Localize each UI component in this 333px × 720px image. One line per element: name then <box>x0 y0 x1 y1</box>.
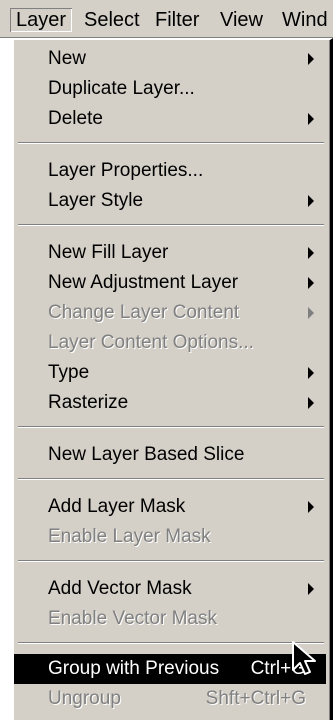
menu-item-layer-style[interactable]: Layer Style <box>14 186 326 216</box>
menu-separator <box>18 642 324 644</box>
menubar-window[interactable]: Wind <box>276 8 333 32</box>
submenu-arrow-icon <box>308 501 314 513</box>
menubar-filter[interactable]: Filter <box>149 8 205 32</box>
menu-item-enable-vector-mask: Enable Vector Mask <box>48 608 217 629</box>
menu-item-new-layer-based-slice[interactable]: New Layer Based Slice <box>14 440 326 470</box>
submenu-arrow-icon <box>308 367 314 379</box>
menu-separator <box>18 426 324 428</box>
submenu-arrow-icon <box>308 397 314 409</box>
menu-separator <box>18 478 324 480</box>
submenu-arrow-icon <box>308 113 314 125</box>
menu-item-enable-layer-mask: Enable Layer Mask <box>48 526 211 547</box>
menu-item-add-layer-mask[interactable]: Add Layer Mask <box>14 492 326 522</box>
menu-item-rasterize[interactable]: Rasterize <box>14 388 326 418</box>
menu-item-delete[interactable]: Delete <box>14 104 326 134</box>
menu-separator <box>18 142 324 144</box>
menu-item-new[interactable]: New <box>14 44 326 74</box>
shortcut-label: Shft+Ctrl+G <box>205 688 306 709</box>
submenu-arrow-icon <box>308 195 314 207</box>
menu-item-change-layer-content: Change Layer Content <box>14 298 326 328</box>
mouse-pointer-icon <box>292 641 316 675</box>
submenu-arrow-icon <box>308 247 314 259</box>
layer-menu: New Duplicate Layer... Delete Layer Prop… <box>12 38 333 720</box>
menu-item-new-fill-layer[interactable]: New Fill Layer <box>14 238 326 268</box>
menubar-layer[interactable]: Layer <box>10 8 72 32</box>
menu-item-type[interactable]: Type <box>14 358 326 388</box>
menu-item-add-vector-mask[interactable]: Add Vector Mask <box>14 574 326 604</box>
submenu-arrow-icon <box>308 307 314 319</box>
menu-item-duplicate-layer[interactable]: Duplicate Layer... <box>14 74 326 104</box>
menu-separator <box>18 224 324 226</box>
menu-item-group-with-previous[interactable]: Group with Previous Ctrl+G <box>14 654 326 684</box>
submenu-arrow-icon <box>308 277 314 289</box>
menu-item-layer-properties[interactable]: Layer Properties... <box>14 156 326 186</box>
menu-item-layer-content-options: Layer Content Options... <box>48 332 254 353</box>
menubar-select[interactable]: Select <box>78 8 146 32</box>
submenu-arrow-icon <box>308 53 314 65</box>
submenu-arrow-icon <box>308 583 314 595</box>
menu-separator <box>18 560 324 562</box>
menu-item-new-adjustment-layer[interactable]: New Adjustment Layer <box>14 268 326 298</box>
menu-bar: Layer Select Filter View Wind <box>0 0 333 38</box>
menubar-view[interactable]: View <box>214 8 269 32</box>
menu-item-ungroup: Ungroup Shft+Ctrl+G <box>14 684 326 714</box>
